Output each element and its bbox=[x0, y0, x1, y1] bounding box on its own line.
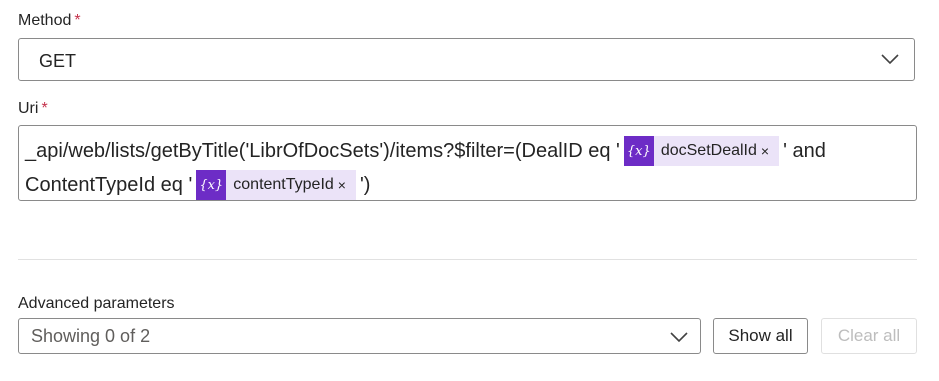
dynamic-content-token-contenttypeid[interactable]: {x} contentTypeId × bbox=[196, 170, 356, 200]
method-label-text: Method bbox=[18, 12, 72, 29]
method-value: GET bbox=[39, 51, 77, 71]
chevron-down-icon bbox=[881, 54, 899, 65]
required-mark: * bbox=[74, 12, 81, 29]
variable-icon: {x} bbox=[196, 170, 227, 200]
dynamic-content-token-docsetdealid[interactable]: {x} docSetDealId × bbox=[623, 136, 780, 166]
advanced-parameters-label: Advanced parameters bbox=[18, 295, 175, 312]
chevron-down-icon bbox=[670, 332, 688, 343]
uri-text-segment: ContentTypeId eq ' bbox=[25, 173, 193, 196]
token-name: docSetDealId bbox=[660, 142, 757, 159]
uri-label-text: Uri bbox=[18, 100, 39, 117]
method-label: Method * bbox=[18, 12, 81, 30]
section-divider bbox=[18, 259, 917, 260]
uri-text-segment: ') bbox=[359, 173, 371, 196]
clear-all-button[interactable]: Clear all bbox=[821, 318, 917, 354]
token-name: contentTypeId bbox=[233, 176, 334, 193]
uri-line-1: _api/web/lists/getByTitle('LibrOfDocSets… bbox=[25, 135, 826, 167]
uri-text-segment: _api/web/lists/getByTitle('LibrOfDocSets… bbox=[25, 139, 620, 162]
uri-label: Uri * bbox=[18, 100, 48, 118]
required-mark: * bbox=[41, 100, 48, 117]
remove-icon[interactable]: × bbox=[761, 143, 779, 159]
uri-text-segment: ' and bbox=[783, 139, 826, 162]
advanced-parameters-value: Showing 0 of 2 bbox=[31, 326, 151, 346]
advanced-parameters-dropdown[interactable]: Showing 0 of 2 bbox=[18, 318, 701, 354]
uri-input[interactable]: _api/web/lists/getByTitle('LibrOfDocSets… bbox=[18, 125, 917, 201]
uri-line-2: ContentTypeId eq ' {x} contentTypeId × '… bbox=[25, 169, 370, 201]
method-dropdown[interactable]: GET bbox=[18, 38, 915, 81]
remove-icon[interactable]: × bbox=[338, 177, 356, 193]
http-action-form: Method * GET Uri * _api/web/lists/getByTit… bbox=[0, 0, 939, 381]
show-all-button[interactable]: Show all bbox=[713, 318, 808, 354]
variable-icon: {x} bbox=[623, 136, 654, 166]
